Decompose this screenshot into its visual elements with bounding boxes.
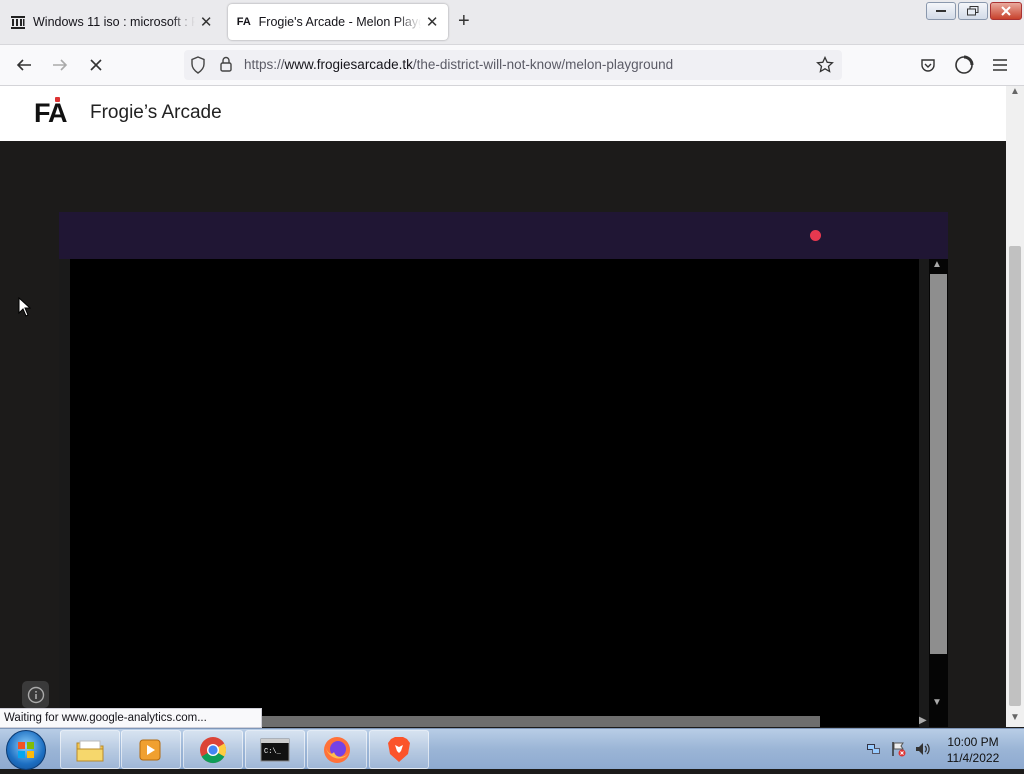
site-logo[interactable]: FA <box>34 98 68 129</box>
bookmark-star-icon[interactable] <box>816 55 834 79</box>
media-player-icon[interactable] <box>121 730 181 769</box>
url-host: www.frogiesarcade.tk <box>284 57 413 72</box>
record-dot-icon <box>810 230 821 241</box>
mouse-cursor-icon <box>18 296 32 322</box>
scroll-up-arrow-icon[interactable]: ▲ <box>932 259 942 270</box>
scroll-down-arrow-icon[interactable]: ▼ <box>932 697 942 708</box>
site-name[interactable]: Frogie’s Arcade <box>90 102 222 124</box>
command-prompt-icon[interactable]: C:\_ <box>245 730 305 769</box>
forward-arrow-icon[interactable] <box>48 53 72 77</box>
tab-title: Windows 11 iso : microsoft : Free <box>33 15 196 29</box>
hamburger-menu-icon[interactable] <box>988 53 1012 77</box>
tab-strip: Windows 11 iso : microsoft : Free ✕ FA F… <box>0 0 1024 45</box>
minimize-window-button[interactable] <box>926 2 956 20</box>
scroll-down-arrow-icon[interactable]: ▼ <box>1010 712 1020 723</box>
game-iframe[interactable]: ▲ ▼ ▶ <box>59 259 948 727</box>
address-bar[interactable]: https://www.frogiesarcade.tk/the-distric… <box>184 50 842 80</box>
frame-horizontal-scroll-thumb[interactable] <box>207 716 820 727</box>
status-bar-text: Waiting for www.google-analytics.com... <box>0 708 262 728</box>
back-arrow-icon[interactable] <box>12 53 36 77</box>
logo-accent <box>55 97 60 102</box>
frame-scroll-gutter <box>919 259 929 727</box>
file-explorer-icon[interactable] <box>60 730 120 769</box>
fa-favicon-icon: FA <box>236 16 251 28</box>
stop-loading-icon[interactable] <box>84 53 108 77</box>
page-scroll-thumb[interactable] <box>1009 246 1021 706</box>
action-center-flag-icon[interactable] <box>890 741 906 757</box>
lock-icon[interactable] <box>219 56 233 77</box>
scroll-up-arrow-icon[interactable]: ▲ <box>1010 86 1020 97</box>
pocket-icon[interactable] <box>916 53 940 77</box>
taskbar: C:\_ 10:00 PM 11/4/2022 <box>0 728 1024 770</box>
tracking-protection-shield-icon[interactable] <box>190 56 206 79</box>
url-path: /the-district-will-not-know/melon-playgr… <box>412 57 674 72</box>
url-scheme: https:// <box>244 57 285 72</box>
url-text[interactable]: https://www.frogiesarcade.tk/the-distric… <box>244 57 673 72</box>
frame-edge <box>59 259 70 727</box>
game-header-bar <box>59 212 948 259</box>
tab-frogies-arcade[interactable]: FA Frogie's Arcade - Melon Playground ✕ <box>228 4 448 40</box>
page-vertical-scrollbar[interactable]: ▲ ▼ <box>1006 86 1024 727</box>
close-tab-icon[interactable]: ✕ <box>424 13 440 31</box>
volume-icon[interactable] <box>914 741 930 757</box>
archive-icon <box>10 14 26 30</box>
close-tab-icon[interactable]: ✕ <box>198 13 214 31</box>
svg-text:C:\_: C:\_ <box>264 748 282 756</box>
account-icon[interactable] <box>952 53 976 77</box>
frame-scroll-thumb[interactable] <box>930 274 947 654</box>
page-content: ▲ ▼ ▶ <box>0 141 1006 727</box>
firefox-icon[interactable] <box>307 730 367 769</box>
start-button[interactable] <box>6 730 46 770</box>
brave-icon[interactable] <box>369 730 429 769</box>
restore-window-button[interactable] <box>958 2 988 20</box>
site-header: FA Frogie’s Arcade <box>0 86 1006 141</box>
scroll-right-arrow-icon[interactable]: ▶ <box>919 715 927 726</box>
clock-date: 11/4/2022 <box>946 751 1000 765</box>
tab-title: Frogie's Arcade - Melon Playground <box>258 15 422 29</box>
navigation-bar: https://www.frogiesarcade.tk/the-distric… <box>0 45 1024 86</box>
close-window-button[interactable] <box>990 2 1022 20</box>
info-icon[interactable] <box>22 681 49 708</box>
clock-time: 10:00 PM <box>947 735 999 749</box>
system-clock[interactable]: 10:00 PM 11/4/2022 <box>940 734 1006 766</box>
chrome-icon[interactable] <box>183 730 243 769</box>
network-icon[interactable] <box>866 741 882 757</box>
new-tab-icon[interactable]: + <box>458 10 470 33</box>
tab-windows-iso[interactable]: Windows 11 iso : microsoft : Free ✕ <box>2 4 222 40</box>
